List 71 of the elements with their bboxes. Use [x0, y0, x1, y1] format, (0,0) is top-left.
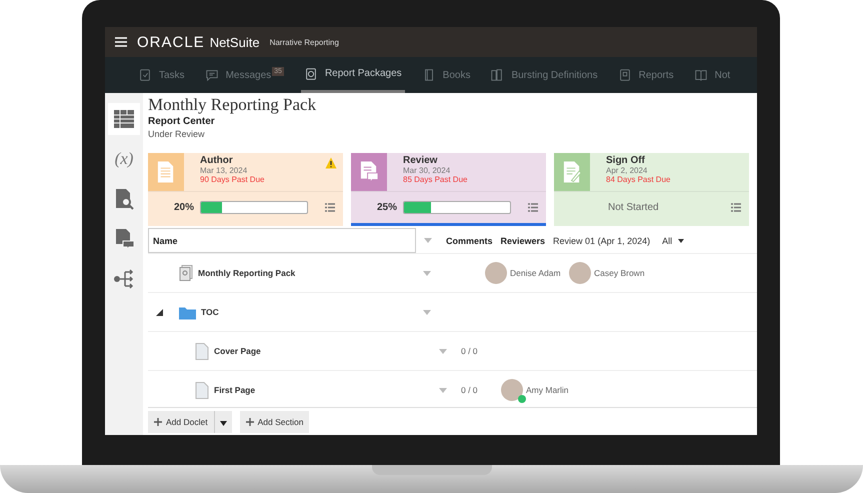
collapse-toggle-icon[interactable]: [156, 308, 163, 316]
plus-icon: [154, 418, 162, 426]
filter-dropdown[interactable]: All: [662, 236, 684, 246]
item-name: Monthly Reporting Pack: [198, 268, 296, 278]
page-title: Monthly Reporting Pack: [148, 95, 318, 115]
document-icon: [195, 342, 209, 360]
add-section-button[interactable]: Add Section: [240, 410, 310, 432]
column-header: Reviewers: [500, 236, 546, 246]
column-header[interactable]: Name: [148, 228, 416, 253]
item-name: First Page: [214, 385, 256, 395]
module-name: Narrative Reporting: [270, 38, 339, 46]
document-icon: [562, 160, 582, 184]
past-due-text: 85 Days Past Due: [403, 175, 468, 184]
product-name: NetSuite: [210, 34, 260, 50]
past-due-text: 90 Days Past Due: [200, 175, 266, 184]
comment-count: 0 / 0: [461, 346, 479, 356]
page-subtitle: Report Center: [148, 116, 216, 127]
dropdown-caret-icon[interactable]: [423, 310, 431, 314]
caret-icon: [220, 421, 227, 426]
document-icon: [156, 160, 176, 184]
dropdown-caret-icon[interactable]: [439, 348, 447, 354]
table-row[interactable]: First Page 0 / 0 Amy Marlin: [148, 371, 757, 407]
phase-card[interactable]: Review Mar 30, 2024 85 Days Past Due 25%: [351, 153, 546, 226]
table-row[interactable]: Cover Page 0 / 0: [148, 332, 757, 371]
dropdown-caret-icon[interactable]: [424, 238, 432, 243]
item-name: Cover Page: [214, 346, 261, 356]
percent-complete: 20%: [174, 202, 194, 213]
sidebar-tab[interactable]: [108, 103, 140, 135]
nav-tab[interactable]: Report Packages: [300, 57, 405, 93]
comment-count: 0 / 0: [461, 385, 479, 395]
phase-date: Mar 13, 2024: [200, 166, 248, 175]
phase-name: Review: [403, 155, 438, 166]
list-icon[interactable]: [325, 203, 335, 212]
list-icon[interactable]: [731, 203, 741, 212]
variable-icon: (x): [114, 149, 134, 169]
plus-icon: [246, 418, 254, 426]
dropdown-caret-icon[interactable]: [423, 270, 431, 276]
phase-date: Apr 2, 2024: [606, 166, 648, 175]
table-row[interactable]: TOC: [148, 293, 757, 332]
package-icon: [179, 264, 193, 282]
reviewer-name: Amy Marlin: [526, 385, 569, 395]
reviewer-name: Denise Adam: [510, 268, 561, 278]
messages-icon: [204, 68, 219, 82]
package-status: Under Review: [148, 129, 206, 139]
menu-icon[interactable]: [115, 37, 127, 47]
item-name: TOC: [201, 307, 219, 317]
document-icon: [195, 382, 209, 398]
add-doclet-button[interactable]: Add Doclet: [148, 410, 214, 432]
grid-icon: [113, 108, 135, 130]
tree-icon: [113, 268, 135, 290]
phase-name: Author: [200, 155, 234, 166]
sidebar-tab[interactable]: (x): [108, 143, 140, 175]
document-comment-icon: [113, 228, 135, 250]
document-search-icon: [113, 188, 135, 210]
column-header: Comments: [446, 236, 493, 246]
phase-date: Mar 30, 2024: [403, 166, 452, 175]
document-icon: [359, 160, 379, 184]
brand-logo: ORACLE: [137, 34, 205, 50]
phase-status: Not Started: [607, 202, 660, 213]
reviewer-name: Casey Brown: [594, 268, 645, 278]
phase-card[interactable]: Sign Off Apr 2, 2024 84 Days Past Due Not Started: [554, 153, 749, 226]
past-due-text: 84 Days Past Due: [606, 175, 672, 184]
percent-complete: 25%: [377, 202, 398, 213]
caret-icon: [678, 238, 684, 242]
table-row[interactable]: Monthly Reporting Pack Denise Adam Casey Brown: [148, 254, 757, 293]
phase-card[interactable]: Author Mar 13, 2024 90 Days Past Due 20%: [148, 153, 343, 226]
list-icon[interactable]: [528, 203, 538, 212]
dropdown-button[interactable]: [214, 410, 232, 432]
phase-name: Sign Off: [606, 155, 646, 166]
review-cycle: Review 01 (Apr 1, 2024): [553, 236, 650, 246]
dropdown-caret-icon[interactable]: [439, 388, 447, 392]
